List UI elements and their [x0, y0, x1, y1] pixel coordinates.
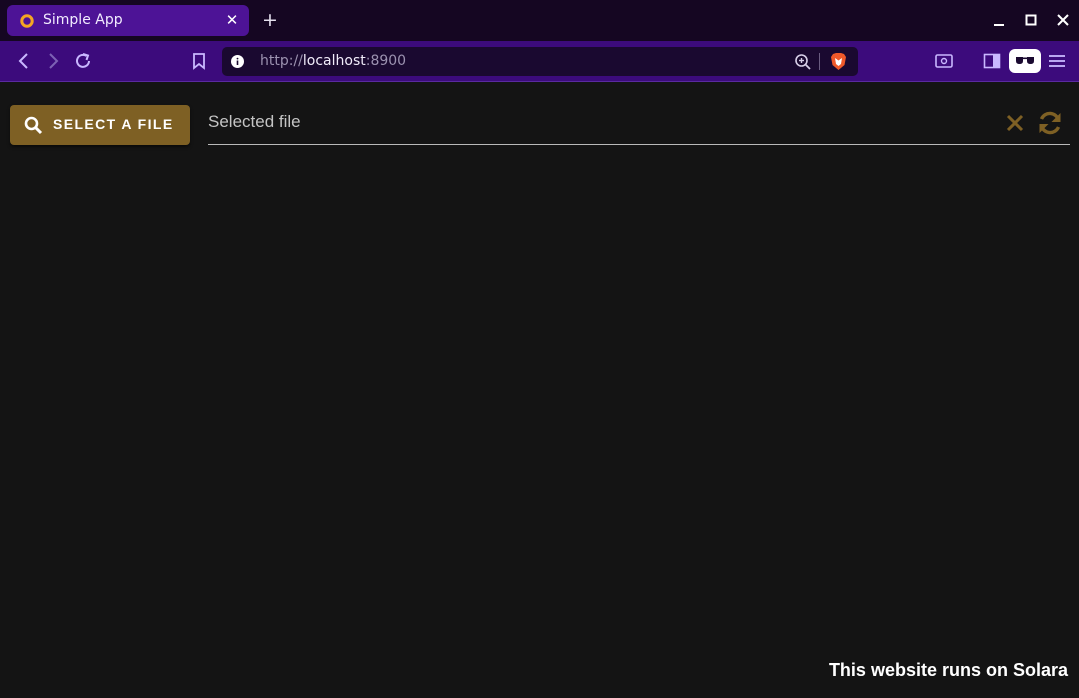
- solara-favicon-icon: [20, 14, 34, 28]
- menu-icon[interactable]: [1047, 51, 1067, 71]
- url-host: localhost: [302, 53, 366, 69]
- url-scheme: http://: [260, 53, 303, 69]
- search-icon: [24, 116, 43, 135]
- close-icon[interactable]: [1002, 110, 1028, 136]
- select-file-button[interactable]: SELECT A FILE: [10, 105, 190, 145]
- browser-tab[interactable]: Simple App ✕: [7, 5, 249, 36]
- close-window-icon[interactable]: [1055, 11, 1071, 29]
- close-icon[interactable]: ✕: [225, 11, 239, 29]
- chevron-left-icon[interactable]: [14, 51, 34, 71]
- tab-title: Simple App: [43, 12, 123, 28]
- selected-file-placeholder: Selected file: [208, 112, 301, 131]
- url-separator: [819, 53, 820, 70]
- reload-icon[interactable]: [73, 51, 93, 71]
- maximize-icon[interactable]: [1023, 11, 1039, 29]
- url-text[interactable]: http://localhost:8900: [260, 53, 406, 69]
- browser-titlebar: Simple App ✕ +: [0, 0, 1079, 41]
- chevron-right-icon[interactable]: [43, 51, 63, 71]
- screenshot-icon[interactable]: [934, 51, 954, 71]
- url-port: :8900: [365, 53, 407, 69]
- browser-toolbar: http://localhost:8900: [0, 41, 1079, 82]
- select-file-label: SELECT A FILE: [53, 116, 174, 132]
- brave-shield-icon[interactable]: [830, 52, 847, 71]
- solara-footer: This website runs on Solara: [828, 660, 1068, 680]
- zoom-in-icon[interactable]: [794, 53, 812, 71]
- sidebar-icon[interactable]: [982, 51, 1002, 71]
- selected-file-field[interactable]: Selected file: [208, 105, 1070, 145]
- extension-icon[interactable]: [1009, 49, 1041, 73]
- address-bar[interactable]: http://localhost:8900: [222, 47, 858, 76]
- bookmark-icon[interactable]: [189, 51, 209, 71]
- new-tab-button[interactable]: +: [262, 10, 278, 30]
- site-info-icon[interactable]: [231, 55, 244, 68]
- minimize-icon[interactable]: [991, 11, 1007, 29]
- refresh-icon[interactable]: [1036, 109, 1064, 137]
